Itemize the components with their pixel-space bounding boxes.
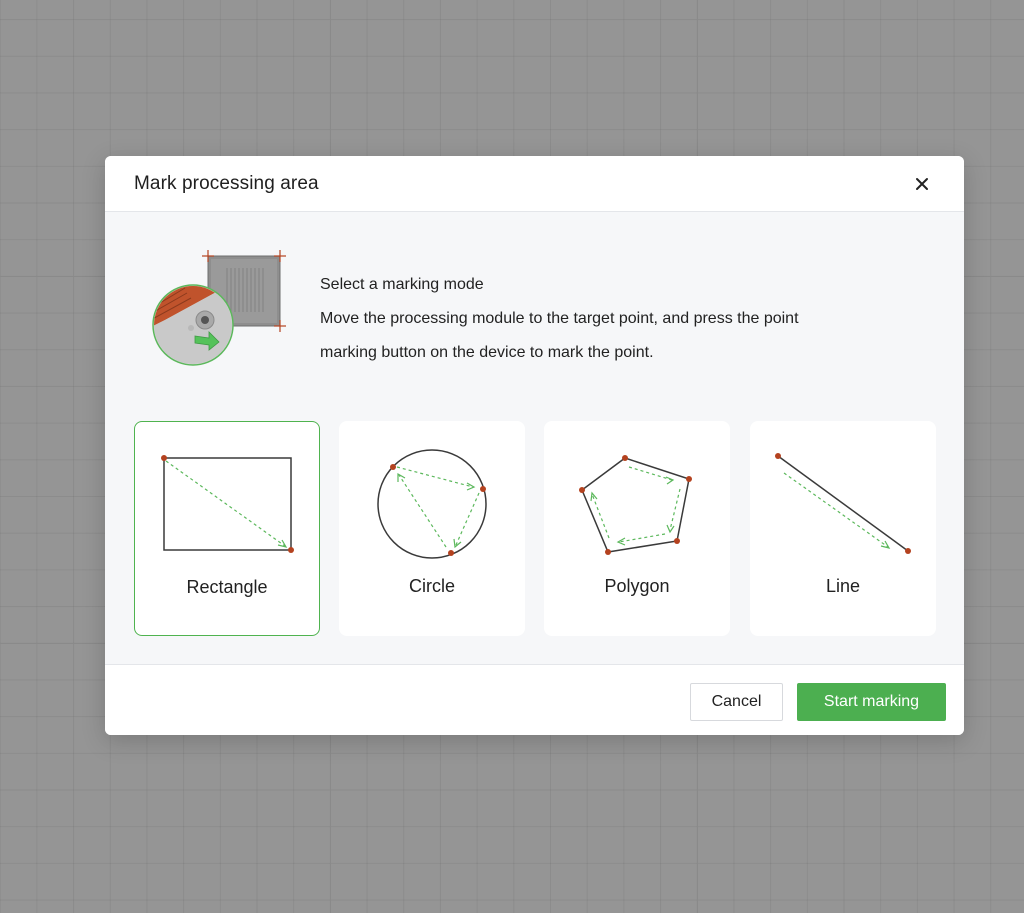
mode-card-circle[interactable]: Circle — [339, 421, 525, 636]
instructions: Select a marking mode Move the processin… — [320, 268, 920, 370]
dialog-title: Mark processing area — [134, 173, 319, 194]
close-icon — [916, 178, 928, 190]
mode-label-line: Line — [825, 576, 861, 596]
cancel-button[interactable]: Cancel — [690, 683, 783, 721]
dialog-header: Mark processing area — [105, 156, 964, 212]
mode-label-circle: Circle — [408, 576, 455, 596]
rectangle-mode-icon — [161, 455, 294, 553]
start-marking-button[interactable]: Start marking — [797, 683, 946, 721]
polygon-mode-icon — [579, 455, 692, 555]
mode-card-line[interactable]: Line — [750, 421, 936, 636]
mode-card-rectangle[interactable]: Rectangle — [134, 421, 320, 636]
marking-mode-list: Rectangle Circle Polygon Line — [134, 421, 936, 636]
line-mode-icon — [775, 453, 911, 554]
mode-card-polygon[interactable]: Polygon — [544, 421, 730, 636]
instructions-line-2: marking button on the device to mark the… — [320, 344, 654, 361]
device-illustration — [152, 250, 286, 366]
mode-label-polygon: Polygon — [604, 576, 670, 596]
close-button[interactable] — [909, 171, 935, 197]
mode-label-rectangle: Rectangle — [186, 577, 268, 597]
mark-processing-area-dialog: Mark processing area Select a marking mo… — [105, 156, 964, 735]
circle-mode-icon — [377, 449, 487, 559]
instructions-line-1: Move the processing module to the target… — [320, 310, 799, 327]
dialog-footer: Cancel Start marking — [105, 664, 964, 735]
instructions-heading: Select a marking mode — [320, 276, 484, 293]
